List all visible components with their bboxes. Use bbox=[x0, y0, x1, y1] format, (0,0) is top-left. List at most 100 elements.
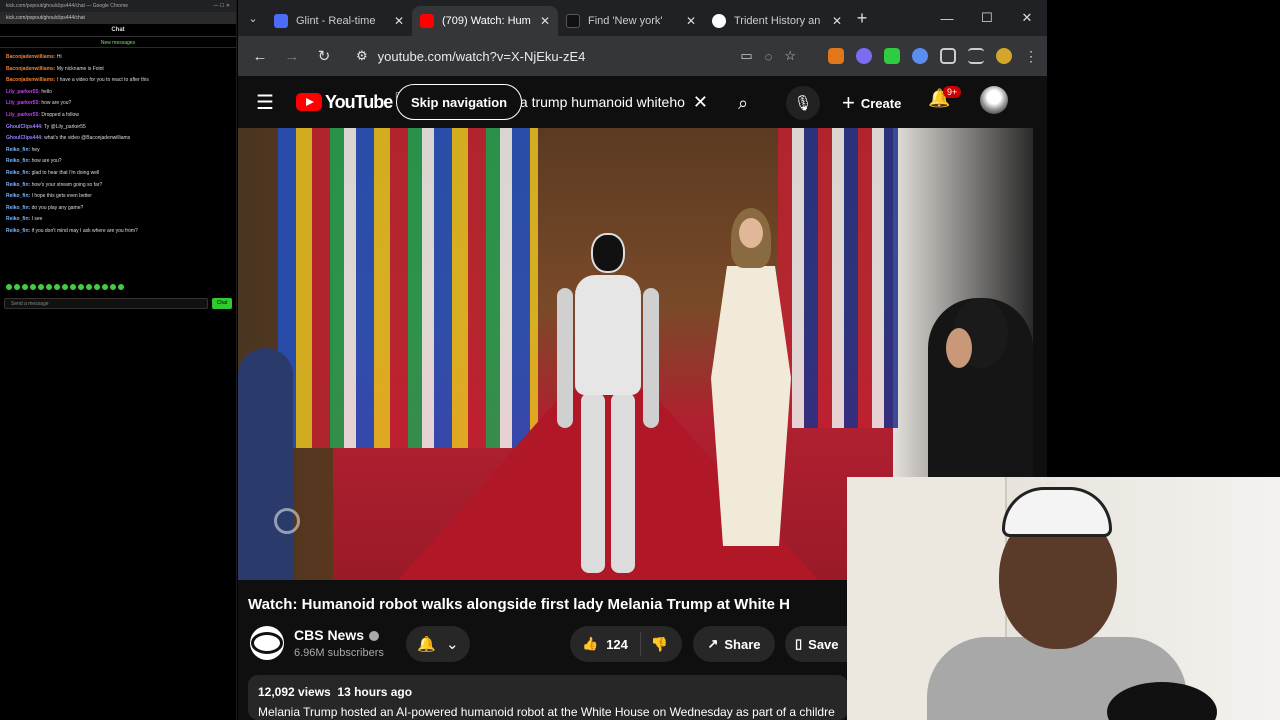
chat-username[interactable]: Lily_parker55: bbox=[6, 112, 40, 118]
new-messages-divider[interactable]: New messages bbox=[0, 37, 236, 48]
chat-username[interactable]: Reiko_fin: bbox=[6, 205, 30, 211]
chat-message: Reiko_fin: if you don't mind may I ask w… bbox=[6, 226, 230, 238]
chat-username[interactable]: Reiko_fin: bbox=[6, 193, 30, 199]
emote-icon[interactable] bbox=[78, 284, 84, 290]
tab-glint[interactable]: Glint - Real-time ✕ bbox=[266, 6, 412, 36]
dislike-button[interactable]: 👎 bbox=[641, 636, 678, 653]
chat-username[interactable]: Baconjadenwilliams: bbox=[6, 66, 55, 72]
close-window-icon[interactable]: ✕ bbox=[1007, 0, 1047, 36]
tab-close-icon[interactable]: ✕ bbox=[540, 14, 550, 28]
youtube-logo[interactable]: YouTube DE bbox=[295, 91, 406, 113]
search-icon[interactable]: ⌕ bbox=[728, 88, 758, 118]
channel-info[interactable]: CBS News 6.96M subscribers bbox=[250, 626, 384, 660]
tab-close-icon[interactable]: ✕ bbox=[686, 14, 696, 28]
search-input[interactable]: nia trump humanoid whiteho ✕ bbox=[488, 86, 718, 118]
chevron-down-icon: ⌄ bbox=[446, 636, 459, 653]
video-frame-robot bbox=[553, 233, 663, 578]
chat-username[interactable]: GhoulClips444: bbox=[6, 135, 43, 141]
emote-icon[interactable] bbox=[70, 284, 76, 290]
maximize-icon[interactable]: ☐ bbox=[967, 0, 1007, 36]
tab-trident[interactable]: Trident History an ✕ bbox=[704, 6, 850, 36]
channel-name[interactable]: CBS News bbox=[294, 627, 364, 643]
new-tab-icon[interactable]: + bbox=[850, 8, 874, 29]
chat-message-text: how are you? bbox=[41, 100, 72, 107]
microphone-icon[interactable]: 🎙 bbox=[786, 86, 820, 120]
minimize-icon[interactable]: — bbox=[927, 0, 967, 36]
account-avatar[interactable] bbox=[980, 86, 1008, 114]
emote-icon[interactable] bbox=[46, 284, 52, 290]
cast-icon[interactable]: ▭ bbox=[740, 48, 752, 64]
address-bar[interactable]: ⚙ youtube.com/watch?v=X-NjEku-zE4 ▭ ◌ ☆ bbox=[346, 41, 806, 71]
site-info-icon[interactable]: ⚙ bbox=[356, 48, 368, 64]
emote-icon[interactable] bbox=[118, 284, 124, 290]
chat-message-text: My nickname is Foint bbox=[56, 65, 104, 72]
emote-icon[interactable] bbox=[6, 284, 12, 290]
share-button[interactable]: ↗ Share bbox=[693, 626, 775, 662]
tab-title: Find 'New york' bbox=[588, 15, 663, 27]
back-icon[interactable]: ← bbox=[246, 42, 274, 70]
tab-tiktok[interactable]: Find 'New york' ✕ bbox=[558, 6, 704, 36]
tab-youtube[interactable]: (709) Watch: Hum ✕ bbox=[412, 6, 558, 36]
browser-menu-icon[interactable]: ⋮ bbox=[1024, 48, 1038, 64]
metamask-icon[interactable] bbox=[828, 48, 844, 64]
chat-username[interactable]: Reiko_fin: bbox=[6, 182, 30, 188]
chat-message-text: I have a video for you to react to after… bbox=[56, 77, 149, 84]
subscription-bell-button[interactable]: 🔔 ⌄ bbox=[406, 626, 470, 662]
chat-message: Lily_parker55: hello bbox=[6, 87, 230, 99]
emote-icon[interactable] bbox=[30, 284, 36, 290]
tab-search-icon[interactable]: ⌄ bbox=[240, 5, 266, 31]
chat-url-bar[interactable]: kick.com/popout/ghoulclips444/chat bbox=[0, 12, 236, 24]
hamburger-menu-icon[interactable]: ☰ bbox=[256, 90, 274, 115]
reading-list-icon[interactable] bbox=[968, 48, 984, 64]
verified-icon bbox=[369, 630, 380, 641]
emote-icon[interactable] bbox=[94, 284, 100, 290]
chat-username[interactable]: GhoulClips444: bbox=[6, 124, 43, 130]
clear-search-icon[interactable]: ✕ bbox=[693, 92, 708, 113]
bookmark-star-icon[interactable]: ☆ bbox=[784, 48, 796, 64]
chat-username[interactable]: Reiko_fin: bbox=[6, 158, 30, 164]
chat-message-text: do you play any game? bbox=[31, 204, 84, 211]
chat-send-button[interactable]: Chat bbox=[212, 297, 232, 309]
chat-message-input[interactable]: Send a message bbox=[4, 297, 208, 309]
emote-icon[interactable] bbox=[110, 284, 116, 290]
skip-navigation-button[interactable]: Skip navigation bbox=[396, 84, 523, 120]
like-count: 124 bbox=[606, 636, 628, 652]
eye-off-icon[interactable]: ◌ bbox=[765, 49, 773, 64]
chat-username[interactable]: Reiko_fin: bbox=[6, 216, 30, 222]
emote-icon[interactable] bbox=[102, 284, 108, 290]
chat-username[interactable]: Reiko_fin: bbox=[6, 170, 30, 176]
emote-icon[interactable] bbox=[62, 284, 68, 290]
ghost-extension-icon[interactable] bbox=[856, 48, 872, 64]
save-button[interactable]: ▯ Save bbox=[785, 626, 855, 662]
channel-logo-icon[interactable] bbox=[250, 626, 284, 660]
tab-close-icon[interactable]: ✕ bbox=[832, 14, 842, 28]
emote-icon[interactable] bbox=[14, 284, 20, 290]
description-box[interactable]: 12,092 views 13 hours ago Melania Trump … bbox=[248, 675, 848, 720]
puzzle-extensions-icon[interactable] bbox=[940, 48, 956, 64]
create-button[interactable]: + Create bbox=[838, 88, 905, 118]
reload-icon[interactable]: ↻ bbox=[310, 42, 338, 70]
chat-message: Baconjadenwilliams: My nickname is Foint bbox=[6, 64, 230, 76]
chat-username[interactable]: Baconjadenwilliams: bbox=[6, 77, 55, 83]
shield-extension-icon[interactable] bbox=[912, 48, 928, 64]
chat-username[interactable]: Baconjadenwilliams: bbox=[6, 54, 55, 60]
like-button[interactable]: 👍 124 bbox=[570, 632, 641, 656]
share-label: Share bbox=[724, 636, 761, 652]
profile-avatar-icon[interactable] bbox=[996, 48, 1012, 64]
chat-message: Reiko_fin: I hope this gets even better bbox=[6, 191, 230, 203]
forward-icon[interactable]: → bbox=[278, 42, 306, 70]
chat-message: Baconjadenwilliams: I have a video for y… bbox=[6, 75, 230, 87]
emote-icon[interactable] bbox=[54, 284, 60, 290]
emote-icon[interactable] bbox=[38, 284, 44, 290]
emote-icon[interactable] bbox=[22, 284, 28, 290]
emote-bar[interactable] bbox=[6, 284, 124, 290]
chat-window-controls[interactable]: — ☐ ✕ bbox=[214, 3, 230, 9]
chat-username[interactable]: Lily_parker55: bbox=[6, 89, 40, 95]
chat-title: Chat bbox=[0, 24, 236, 37]
tab-close-icon[interactable]: ✕ bbox=[394, 14, 404, 28]
green-extension-icon[interactable] bbox=[884, 48, 900, 64]
chat-username[interactable]: Reiko_fin: bbox=[6, 228, 30, 234]
chat-username[interactable]: Reiko_fin: bbox=[6, 147, 30, 153]
chat-username[interactable]: Lily_parker55: bbox=[6, 100, 40, 106]
emote-icon[interactable] bbox=[86, 284, 92, 290]
